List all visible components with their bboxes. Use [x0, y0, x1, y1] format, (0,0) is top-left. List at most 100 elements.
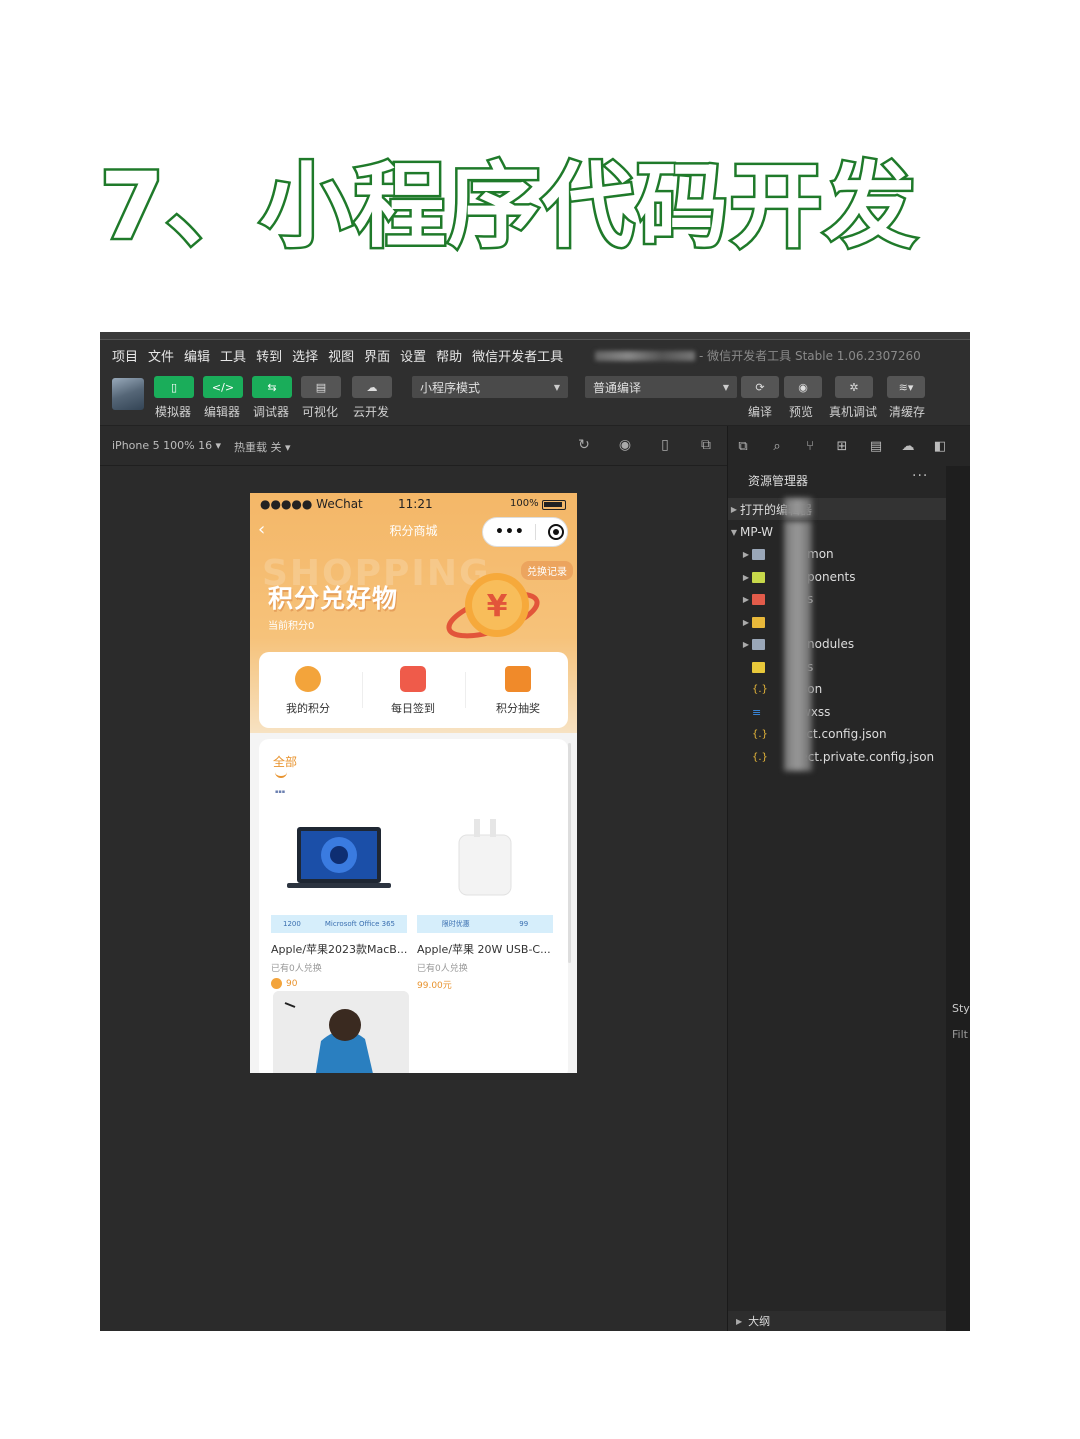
capsule-menu[interactable]: •••: [482, 517, 568, 547]
coin-icon: [271, 978, 282, 989]
outline-section[interactable]: ▶ 大纲: [728, 1311, 946, 1331]
promo-banner: 限时优惠 99: [417, 915, 553, 933]
menu-view[interactable]: 视图: [328, 346, 354, 365]
product-card[interactable]: 限时优惠 99 Apple/苹果 20W USB-C... 已有0人兑换 99.…: [417, 805, 553, 991]
avatar[interactable]: [112, 378, 144, 410]
record-icon[interactable]: ◉: [616, 436, 634, 454]
devtools-side-strip: Sty Filt: [946, 466, 970, 1331]
explorer-panel: ⧉ ⌕ ⑂ ⊞ ▤ ☁ ◧ 资源管理器 ··· ▶ 打开的编辑器 ▼ MP-W …: [727, 426, 970, 1331]
tree-file[interactable]: {.} ect.config.json: [728, 723, 946, 745]
product-card[interactable]: 1200 Microsoft Office 365 Apple/苹果2023款M…: [271, 805, 407, 989]
tree-folder[interactable]: ▶ nodules: [728, 633, 946, 655]
json-file-icon: {.}: [752, 683, 768, 695]
chevron-down-icon: ▼: [730, 527, 738, 537]
points-lottery-entry[interactable]: 积分抽奖: [473, 666, 563, 716]
tab-all[interactable]: 全部: [273, 753, 297, 778]
my-points-entry[interactable]: 我的积分: [263, 666, 353, 716]
extensions-icon[interactable]: ⊞: [833, 438, 851, 456]
current-points: 当前积分0: [268, 621, 315, 632]
remote-debug-label: 真机调试: [829, 405, 878, 419]
cloud-icon[interactable]: ☁: [899, 438, 917, 456]
tree-file[interactable]: s: [728, 656, 946, 678]
search-icon[interactable]: ⌕: [768, 438, 786, 456]
menu-help[interactable]: 帮助: [436, 346, 462, 365]
status-time: 11:21: [398, 497, 433, 511]
cloud-button[interactable]: ☁: [352, 376, 392, 398]
charger-image: [417, 805, 553, 915]
remote-debug-button[interactable]: ✲: [835, 376, 873, 398]
simulator-button[interactable]: ▯: [154, 376, 194, 398]
hot-reload-toggle[interactable]: 热重载 关 ▾: [234, 439, 291, 455]
status-bar: ●●●●● WeChat 11:21 100%: [250, 493, 577, 515]
product-price: 99.00元: [417, 978, 553, 991]
git-branch-icon[interactable]: ⑂: [801, 438, 819, 456]
redaction-mask: [784, 521, 812, 771]
tree-file[interactable]: ≡ wxss: [728, 701, 946, 723]
tree-folder[interactable]: ▶ ponents: [728, 566, 946, 588]
chevron-down-icon: ▼: [553, 382, 560, 392]
promo-right: 99: [519, 920, 529, 928]
layout-icon: ▤: [315, 380, 327, 394]
tree-folder[interactable]: ▶ s: [728, 588, 946, 610]
menu-bar: 项目 文件 编辑 工具 转到 选择 视图 界面 设置 帮助 微信开发者工具 - …: [100, 340, 970, 370]
svg-text:¥: ¥: [487, 589, 508, 624]
close-target-icon[interactable]: [547, 524, 564, 540]
menu-goto[interactable]: 转到: [256, 346, 282, 365]
menu-project[interactable]: 项目: [112, 346, 138, 365]
compile-select[interactable]: 普通编译 ▼: [585, 376, 737, 398]
product-price-value: 99.00元: [417, 981, 452, 991]
menu-wechat-devtools[interactable]: 微信开发者工具: [472, 346, 563, 365]
layout-icon[interactable]: ▤: [867, 438, 885, 456]
menu-edit[interactable]: 编辑: [184, 346, 210, 365]
tree-file[interactable]: {.} son: [728, 678, 946, 700]
tree-label: MP-W: [740, 525, 774, 539]
phone-icon[interactable]: ▯: [656, 436, 674, 454]
more-icon[interactable]: •••: [495, 524, 525, 540]
phone-screen: ●●●●● WeChat 11:21 100% ‹ 积分商城 ••• SHOPP…: [250, 493, 577, 1073]
mode-select[interactable]: 小程序模式 ▼: [412, 376, 568, 398]
tree-folder[interactable]: ▶ mon: [728, 543, 946, 565]
nav-bar: ‹ 积分商城 •••: [250, 517, 577, 549]
menu-tools[interactable]: 工具: [220, 346, 246, 365]
hero-title: 积分兑好物: [268, 584, 399, 613]
phone-icon: ▯: [170, 380, 178, 394]
menu-file[interactable]: 文件: [148, 346, 174, 365]
visual-label: 可视化: [302, 405, 339, 419]
outline-label: 大纲: [748, 1315, 771, 1328]
page-title: 7、小程序代码开发: [96, 140, 996, 263]
window-icon[interactable]: ⧉: [697, 436, 715, 454]
debugger-button[interactable]: ⇆: [252, 376, 292, 398]
rotate-icon[interactable]: ↻: [575, 436, 593, 454]
product-card-partial[interactable]: [273, 991, 409, 1073]
menu-interface[interactable]: 界面: [364, 346, 390, 365]
daily-checkin-entry[interactable]: 每日签到: [368, 666, 458, 716]
tree-project-root[interactable]: ▼ MP-W: [728, 521, 946, 543]
compile-button[interactable]: ⟳: [741, 376, 779, 398]
json-file-icon: {.}: [752, 728, 768, 740]
browser-tab-strip: [100, 332, 970, 340]
tree-label: ject.private.config.json: [797, 750, 935, 764]
compile-select-value: 普通编译: [593, 380, 642, 395]
preview-button[interactable]: ◉: [784, 376, 822, 398]
clear-cache-button[interactable]: ≋▾: [887, 376, 925, 398]
device-select[interactable]: iPhone 5 100% 16 ▾: [112, 439, 221, 452]
menu-select[interactable]: 选择: [292, 346, 318, 365]
split-icon[interactable]: ◧: [931, 438, 949, 456]
editor-button[interactable]: </>: [203, 376, 243, 398]
chevron-right-icon: ▶: [742, 572, 750, 582]
menu-settings[interactable]: 设置: [400, 346, 426, 365]
redacted-project-name: [595, 351, 696, 361]
filter-tab[interactable]: Filt: [952, 1028, 968, 1041]
tree-folder[interactable]: ▶: [728, 611, 946, 633]
product-name: Apple/苹果2023款MacB...: [271, 943, 407, 956]
scrollbar[interactable]: [568, 743, 571, 963]
tree-file[interactable]: {.} ject.private.config.json: [728, 746, 946, 768]
daily-checkin-label: 每日签到: [391, 702, 435, 715]
tree-opened-editors[interactable]: ▶ 打开的编辑器: [728, 498, 946, 520]
visual-button[interactable]: ▤: [301, 376, 341, 398]
js-file-icon: [752, 661, 765, 673]
more-icon[interactable]: ···: [912, 468, 928, 484]
styles-tab[interactable]: Sty: [952, 1002, 970, 1015]
files-icon[interactable]: ⧉: [734, 438, 752, 456]
calendar-icon: [400, 666, 426, 692]
